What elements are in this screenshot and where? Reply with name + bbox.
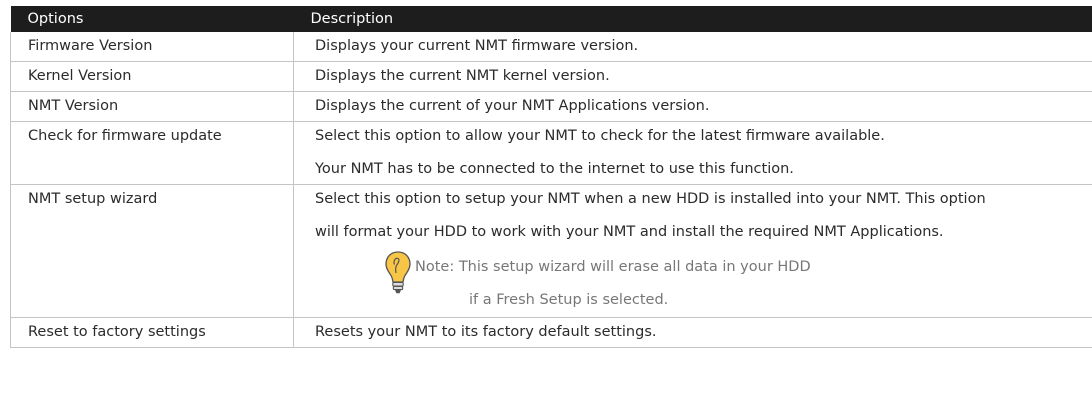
description-line: Displays your current NMT firmware versi… (315, 38, 639, 54)
lightbulb-icon (385, 251, 411, 295)
table-row: Check for firmware update Select this op… (10, 121, 1092, 185)
option-cell: NMT Version (10, 91, 294, 122)
option-cell: Firmware Version (10, 32, 294, 62)
description-line: Select this option to setup your NMT whe… (315, 191, 986, 207)
option-cell: Check for firmware update (10, 121, 294, 185)
description-cell: Select this option to setup your NMT whe… (293, 184, 1092, 318)
column-header-description: Description (293, 6, 1092, 32)
description-line: Your NMT has to be connected to the inte… (315, 161, 794, 177)
description-line: will format your HDD to work with your N… (315, 224, 944, 240)
description-line: Resets your NMT to its factory default s… (315, 324, 657, 340)
note-text: Note: This setup wizard will erase all d… (415, 251, 811, 317)
description-line: Displays the current NMT kernel version. (315, 68, 610, 84)
option-cell: NMT setup wizard (10, 184, 294, 318)
table-header-row: Options Description (10, 6, 1092, 32)
description-cell: Select this option to allow your NMT to … (293, 121, 1092, 185)
option-cell: Kernel Version (10, 61, 294, 92)
options-table: Options Description Firmware Version Dis… (10, 6, 1092, 348)
column-header-options: Options (10, 6, 294, 32)
table-row: NMT setup wizard Select this option to s… (10, 184, 1092, 318)
table-row: NMT Version Displays the current of your… (10, 91, 1092, 122)
description-line: Select this option to allow your NMT to … (315, 128, 885, 144)
description-cell: Displays the current of your NMT Applica… (293, 91, 1092, 122)
note-box: Note: This setup wizard will erase all d… (315, 251, 1092, 317)
description-cell: Resets your NMT to its factory default s… (293, 317, 1092, 348)
description-cell: Displays the current NMT kernel version. (293, 61, 1092, 92)
table-row: Reset to factory settings Resets your NM… (10, 317, 1092, 348)
note-line-2: if a Fresh Setup is selected. (469, 292, 669, 308)
table-row: Firmware Version Displays your current N… (10, 32, 1092, 62)
table-row: Kernel Version Displays the current NMT … (10, 61, 1092, 92)
description-cell: Displays your current NMT firmware versi… (293, 32, 1092, 62)
description-line: Displays the current of your NMT Applica… (315, 98, 710, 114)
option-cell: Reset to factory settings (10, 317, 294, 348)
note-line-1: Note: This setup wizard will erase all d… (415, 259, 811, 275)
